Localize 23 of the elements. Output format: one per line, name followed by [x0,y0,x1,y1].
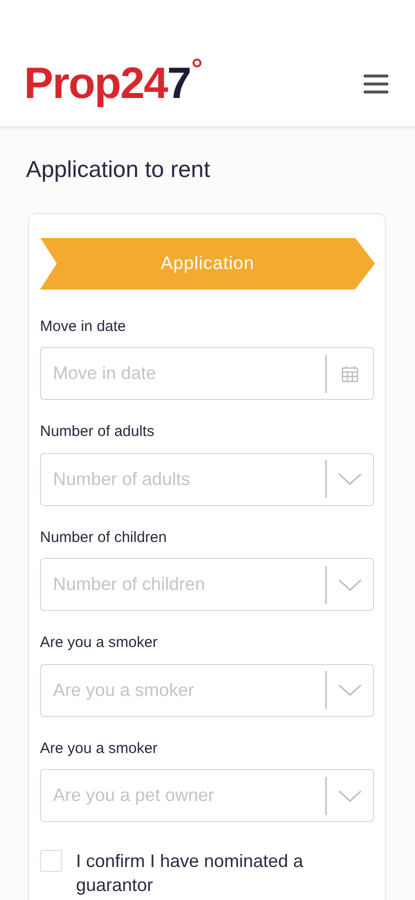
chevron-down-icon[interactable] [338,790,362,802]
checkbox[interactable] [40,850,62,872]
calendar-icon[interactable] [341,364,359,382]
logo-text[interactable]: 7 [167,59,191,108]
chevron-down-icon[interactable] [338,578,362,590]
field-label: Move in date [40,316,127,336]
select-field[interactable]: Are you a pet owner [40,769,374,822]
page-title: Application to rent [26,155,212,184]
field-label: Number of children [40,528,168,548]
date-field[interactable]: Move in date [40,347,374,400]
menu-icon[interactable] [363,74,389,94]
chevron-down-icon[interactable] [338,473,362,485]
degree-icon [192,58,202,68]
select-field[interactable]: Are you a smoker [40,664,374,716]
select-field[interactable]: Number of adults [40,452,374,506]
field-label: Number of adults [40,422,156,442]
field-label: Are you a smoker [40,738,159,758]
checkbox-label: I confirm I have nominated a guarantor [76,850,304,897]
step-banner: Application [40,238,375,290]
field-label: Are you a smoker [40,633,159,653]
chevron-down-icon[interactable] [338,684,362,696]
select-field[interactable]: Number of children [40,558,374,611]
logo-text[interactable]: Prop24 [24,59,168,108]
